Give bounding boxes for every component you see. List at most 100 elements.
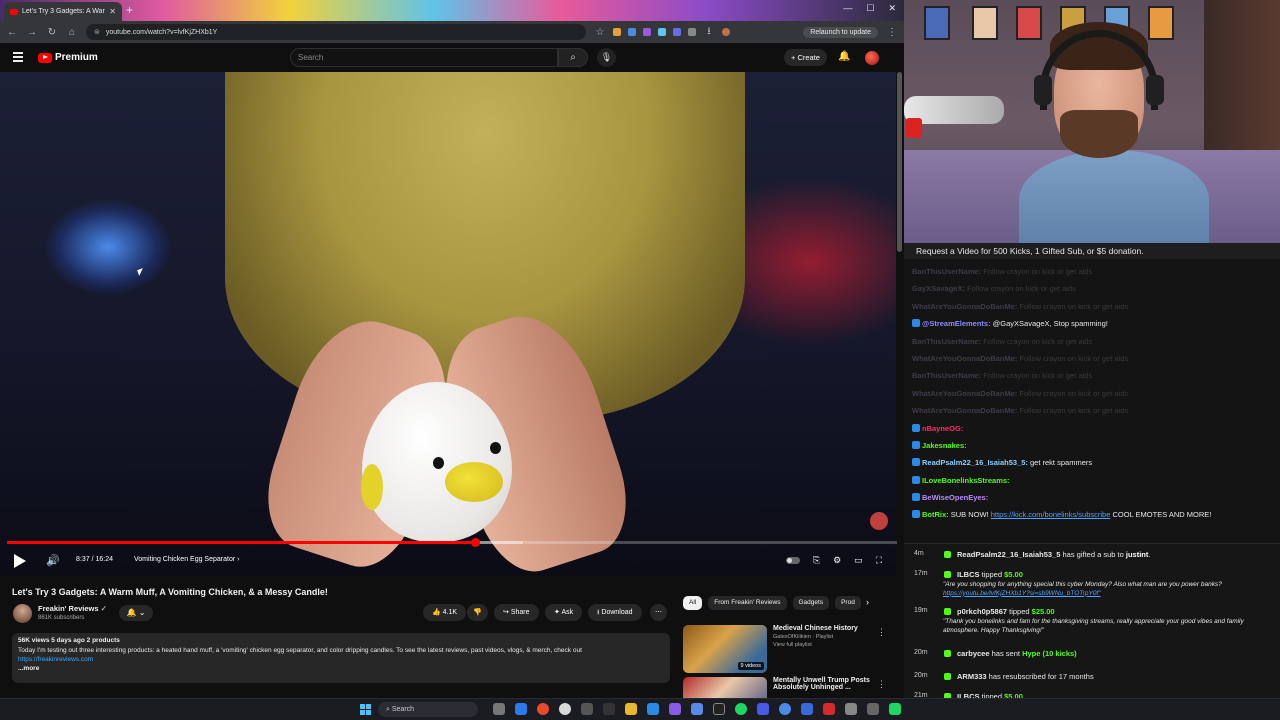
chip-all[interactable]: All [683, 596, 703, 610]
bookmark-star-icon[interactable]: ☆ [594, 27, 606, 38]
extension-icon[interactable] [628, 28, 636, 36]
profile-icon[interactable] [722, 28, 730, 36]
dislike-button[interactable]: 👎 [467, 604, 488, 621]
maximize-icon[interactable]: ☐ [866, 3, 874, 14]
chat-username[interactable]: WhatAreYouGonnaDoBanMe: [912, 302, 1017, 311]
description-box[interactable]: 56K views 5 days ago 2 products Today I'… [12, 633, 670, 683]
youtube-premium-logo[interactable]: Premium [38, 52, 98, 63]
reload-icon[interactable]: ↻ [46, 27, 58, 38]
extensions-puzzle-icon[interactable] [688, 28, 696, 36]
miniplayer-icon[interactable]: ▭ [854, 555, 863, 566]
recommendation-title[interactable]: Mentally Unwell Trump Posts Absolutely U… [773, 677, 877, 691]
chat-username[interactable]: BeWiseOpenEyes: [922, 493, 988, 502]
chat-username[interactable]: BanThisUserName: [912, 337, 981, 346]
home-icon[interactable]: ⌂ [66, 27, 78, 38]
subtitles-icon[interactable]: ⎘ [813, 555, 820, 566]
app-icon[interactable] [647, 703, 659, 715]
edge-icon[interactable] [515, 703, 527, 715]
obs-icon[interactable] [713, 703, 725, 715]
volume-icon[interactable]: 🔊 [46, 554, 60, 567]
close-tab-icon[interactable]: ✕ [109, 7, 116, 16]
chat-username[interactable]: BotRix: [922, 510, 949, 519]
site-info-icon[interactable]: ⊜ [94, 28, 100, 36]
description-link[interactable]: https://freakinreviews.com [18, 656, 664, 663]
extension-icon[interactable] [613, 28, 621, 36]
recommendation-menu-icon[interactable]: ⋮ [877, 679, 886, 690]
download-button[interactable]: ⭳ Download [588, 604, 642, 621]
app-icon[interactable] [823, 703, 835, 715]
search-button[interactable]: ⌕ [558, 48, 588, 67]
chip-products[interactable]: Prod [835, 596, 861, 610]
chat-username[interactable]: WhatAreYouGonnaDoBanMe: [912, 406, 1017, 415]
file-explorer-icon[interactable] [625, 703, 637, 715]
chat-username[interactable]: BanThisUserName: [912, 371, 981, 380]
channel-avatar[interactable] [13, 604, 32, 623]
app-icon[interactable] [669, 703, 681, 715]
recommendation-thumbnail[interactable]: 9 videos [683, 625, 767, 673]
more-actions-button[interactable]: ⋯ [650, 604, 667, 621]
close-window-icon[interactable]: ✕ [888, 3, 896, 14]
forward-icon[interactable]: → [26, 27, 38, 38]
chips-next-icon[interactable]: › [866, 597, 869, 607]
settings-gear-icon[interactable]: ⚙ [833, 555, 841, 566]
address-bar[interactable]: ⊜ youtube.com/watch?v=lvfKjZHXb1Y [86, 24, 586, 40]
app-icon[interactable] [691, 703, 703, 715]
chat-username[interactable]: WhatAreYouGonnaDoBanMe: [912, 389, 1017, 398]
download-icon[interactable]: ⭳ [703, 24, 715, 41]
chat-username[interactable]: ReadPsalm22_16_Isaiah53_5: [922, 458, 1028, 467]
taskbar-search[interactable]: ⌕ Search [378, 702, 478, 717]
new-tab-icon[interactable]: + [126, 3, 133, 17]
share-button[interactable]: ↪ Share [494, 604, 539, 621]
recommendation-subtitle[interactable]: View full playlist [773, 642, 877, 648]
app-icon[interactable] [779, 703, 791, 715]
show-more-link[interactable]: ...more [18, 665, 664, 672]
menu-dots-icon[interactable]: ⋮ [886, 27, 898, 38]
event-message-link[interactable]: https://youtu.be/lvfKjZHXb1Y?si=sb9WNu_b… [943, 590, 1101, 597]
player-overlay-icon[interactable] [870, 512, 888, 530]
account-avatar[interactable] [865, 51, 879, 65]
page-scrollbar[interactable] [897, 72, 902, 252]
hamburger-menu-icon[interactable] [13, 52, 23, 64]
app-icon[interactable] [845, 703, 857, 715]
recommendation-menu-icon[interactable]: ⋮ [877, 627, 886, 638]
notifications-bell-icon[interactable]: 🔔 [838, 51, 850, 62]
play-icon[interactable] [14, 554, 26, 568]
progress-bar[interactable] [7, 538, 897, 547]
voice-search-button[interactable]: 🎙 [597, 48, 616, 67]
app-icon[interactable] [889, 703, 901, 715]
chat-username[interactable]: nBayneOG: [922, 424, 963, 433]
chat-username[interactable]: BanThisUserName: [912, 267, 981, 276]
event-user[interactable]: p0rkch0p5867 [957, 607, 1007, 616]
app-icon[interactable] [867, 703, 879, 715]
back-icon[interactable]: ← [6, 27, 18, 38]
search-input[interactable]: Search [290, 48, 558, 67]
start-menu-icon[interactable] [360, 704, 371, 715]
app-icon[interactable] [603, 703, 615, 715]
like-button[interactable]: 👍 4.1K [423, 604, 467, 621]
spotify-icon[interactable] [735, 703, 747, 715]
video-player[interactable] [0, 72, 896, 576]
extension-icon[interactable] [673, 28, 681, 36]
chapter-title[interactable]: Vomiting Chicken Egg Separator › [134, 556, 239, 563]
chrome-profile-icon[interactable] [559, 703, 571, 715]
subscription-bell-button[interactable]: 🔔 ⌄ [119, 605, 153, 621]
ask-button[interactable]: ✦ Ask [545, 604, 583, 621]
event-user[interactable]: ReadPsalm22_16_Isaiah53_5 [957, 550, 1060, 559]
app-icon[interactable] [757, 703, 769, 715]
fullscreen-icon[interactable]: ⛶ [876, 555, 882, 566]
chat-username[interactable]: GayXSavageX: [912, 284, 965, 293]
event-user[interactable]: ARM333 [957, 672, 987, 681]
event-user[interactable]: ILBCS [957, 570, 980, 579]
create-button[interactable]: + Create [784, 49, 827, 66]
channel-name[interactable]: Freakin' Reviews ✓ [38, 604, 107, 613]
chat-link[interactable]: https://kick.com/bonelinks/subscribe [991, 510, 1111, 519]
recommendation-item[interactable]: 9 videos Medieval Chinese History GatesO… [683, 625, 886, 673]
app-icon[interactable] [581, 703, 593, 715]
chip-gadgets[interactable]: Gadgets [792, 596, 830, 610]
chat-username[interactable]: Jakesnakes: [922, 441, 967, 450]
recommendation-title[interactable]: Medieval Chinese History [773, 625, 877, 632]
browser-tab[interactable]: Let's Try 3 Gadgets: A Warm M ✕ [4, 2, 122, 21]
minimize-icon[interactable]: — [843, 3, 852, 14]
recommendation-item[interactable]: Mentally Unwell Trump Posts Absolutely U… [683, 677, 886, 698]
chrome-icon[interactable] [537, 703, 549, 715]
